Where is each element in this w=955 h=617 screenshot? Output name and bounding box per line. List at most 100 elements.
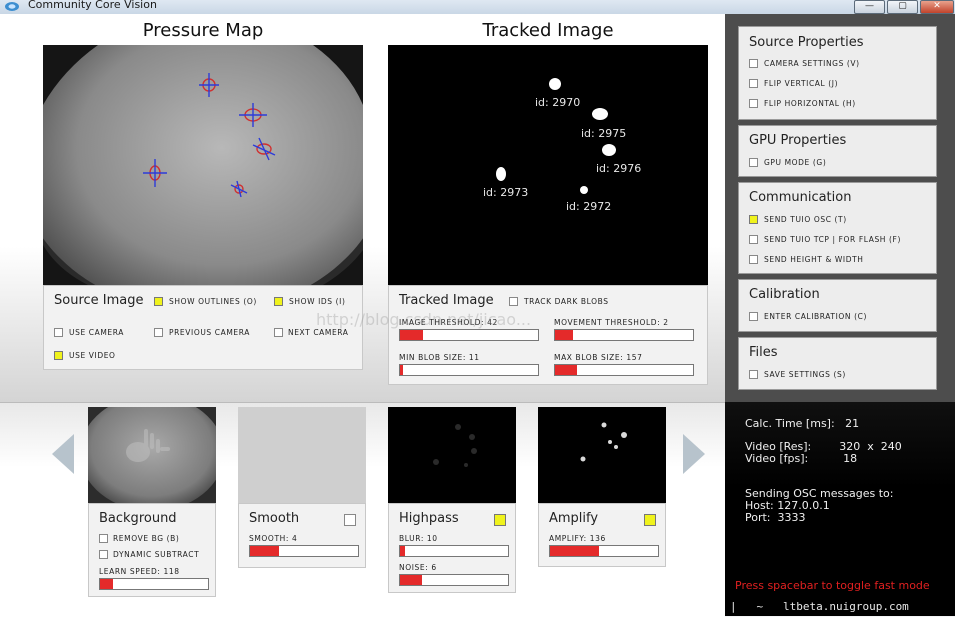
- blob-id-label: id: 2973: [483, 186, 529, 199]
- previous-arrow-icon[interactable]: [52, 434, 74, 474]
- amplify-image: [580, 422, 627, 462]
- amplify-enable-checkbox[interactable]: [644, 514, 656, 526]
- blob: [580, 186, 588, 194]
- files-title: Files: [749, 345, 778, 360]
- fast-mode-hint: Press spacebar to toggle fast mode: [735, 579, 930, 592]
- show-ids-checkbox[interactable]: [274, 297, 283, 306]
- use-camera-checkbox[interactable]: [54, 328, 63, 337]
- slider-fill: [555, 330, 574, 340]
- send-tuio-tcp-label: Send TUIO TCP | for Flash (F): [764, 235, 901, 244]
- port-text: Port: 3333: [745, 511, 806, 524]
- smooth-enable-checkbox[interactable]: [344, 514, 356, 526]
- use-camera-label: Use Camera: [69, 328, 124, 337]
- learn-speed-label: Learn Speed: 118: [99, 567, 180, 576]
- learn-speed-slider[interactable]: [99, 578, 209, 590]
- slider-fill: [400, 330, 423, 340]
- source-image-panel: Source Image Show Outlines (O) Show IDs …: [43, 285, 363, 370]
- close-button[interactable]: ✕: [920, 0, 954, 14]
- gpu-properties-title: GPU Properties: [749, 133, 847, 148]
- use-video-checkbox[interactable]: [54, 351, 63, 360]
- slider-fill: [250, 546, 279, 556]
- camera-settings-label: Camera Settings (V): [764, 59, 860, 68]
- camera-settings-checkbox[interactable]: [749, 59, 758, 68]
- save-settings-checkbox[interactable]: [749, 370, 758, 379]
- enter-calibration-checkbox[interactable]: [749, 312, 758, 321]
- amplify-filter-panel: Amplify Amplify: 136: [538, 503, 666, 567]
- footer-text: | ~ ltbeta.nuigroup.com: [730, 600, 909, 613]
- highpass-preview: [388, 407, 516, 503]
- communication-title: Communication: [749, 190, 852, 205]
- video-fps-text: Video [fps]: 18: [745, 452, 858, 465]
- blob-id-label: id: 2975: [581, 127, 627, 140]
- track-dark-blobs-checkbox[interactable]: [509, 297, 518, 306]
- max-blob-size-slider[interactable]: [554, 364, 694, 376]
- flip-horizontal-label: Flip Horizontal (H): [764, 99, 856, 108]
- source-image-title: Source Image: [54, 293, 144, 308]
- flip-vertical-checkbox[interactable]: [749, 79, 758, 88]
- previous-camera-checkbox[interactable]: [154, 328, 163, 337]
- dynamic-subtract-label: Dynamic Subtract: [113, 550, 200, 559]
- gpu-mode-checkbox[interactable]: [749, 158, 758, 167]
- slider-fill: [400, 546, 406, 556]
- image-threshold-slider[interactable]: [399, 329, 539, 341]
- background-preview: [88, 407, 216, 503]
- blur-slider[interactable]: [399, 545, 509, 557]
- slider-fill: [550, 546, 599, 556]
- gpu-properties-panel: GPU Properties GPU Mode (G): [738, 125, 937, 177]
- app-icon: [5, 2, 19, 11]
- track-dark-blobs-label: Track Dark Blobs: [524, 297, 609, 306]
- blob: [592, 108, 608, 120]
- tracked-image-title: Tracked Image: [482, 20, 614, 41]
- source-properties-panel: Source Properties Camera Settings (V) Fl…: [738, 26, 937, 120]
- smooth-slider[interactable]: [249, 545, 359, 557]
- amplify-slider[interactable]: [549, 545, 659, 557]
- send-tuio-tcp-checkbox[interactable]: [749, 235, 758, 244]
- info-panel: Calc. Time [ms]: 21 Video [Res]: 320 x 2…: [725, 402, 955, 616]
- show-outlines-checkbox[interactable]: [154, 297, 163, 306]
- background-filter-panel: Background Remove BG (B) Dynamic Subtrac…: [88, 503, 216, 597]
- previous-camera-label: Previous Camera: [169, 328, 250, 337]
- next-camera-checkbox[interactable]: [274, 328, 283, 337]
- blob-id-label: id: 2972: [566, 200, 612, 213]
- flip-vertical-label: Flip Vertical (J): [764, 79, 839, 88]
- send-height-width-checkbox[interactable]: [749, 255, 758, 264]
- blob: [549, 78, 561, 90]
- calibration-panel: Calibration Enter Calibration (C): [738, 279, 937, 332]
- smooth-value-label: Smooth: 4: [249, 534, 298, 543]
- tracked-image-view: id: 2970 id: 2975 id: 2976 id: 2973 id: …: [388, 45, 708, 285]
- show-outlines-label: Show Outlines (O): [169, 297, 257, 306]
- send-height-width-label: Send Height & Width: [764, 255, 864, 264]
- noise-slider[interactable]: [399, 574, 509, 586]
- send-tuio-osc-checkbox[interactable]: [749, 215, 758, 224]
- tracked-image-controls-title: Tracked Image: [399, 293, 494, 308]
- enter-calibration-label: Enter Calibration (C): [764, 312, 868, 321]
- minimize-button[interactable]: —: [854, 0, 885, 14]
- movement-threshold-slider[interactable]: [554, 329, 694, 341]
- pressure-map-title: Pressure Map: [142, 20, 264, 41]
- noise-label: Noise: 6: [399, 563, 437, 572]
- dynamic-subtract-checkbox[interactable]: [99, 550, 108, 559]
- watermark: http://blog.csdn.net/jicao...: [316, 310, 532, 329]
- smooth-preview: [238, 407, 366, 503]
- next-arrow-icon[interactable]: [683, 434, 705, 474]
- calibration-title: Calibration: [749, 287, 820, 302]
- min-blob-size-label: Min Blob Size: 11: [399, 353, 480, 362]
- slider-fill: [400, 575, 422, 585]
- remove-bg-label: Remove BG (B): [113, 534, 180, 543]
- min-blob-size-slider[interactable]: [399, 364, 539, 376]
- movement-threshold-label: Movement Threshold: 2: [554, 318, 669, 327]
- pressure-map-view: [43, 45, 363, 285]
- use-video-label: Use Video: [69, 351, 116, 360]
- slider-fill: [555, 365, 577, 375]
- maximize-button[interactable]: ▢: [887, 0, 918, 14]
- gpu-mode-label: GPU Mode (G): [764, 158, 827, 167]
- remove-bg-checkbox[interactable]: [99, 534, 108, 543]
- blob-id-label: id: 2976: [596, 162, 642, 175]
- calc-time-text: Calc. Time [ms]: 21: [745, 417, 860, 430]
- amplify-title: Amplify: [549, 511, 599, 526]
- flip-horizontal-checkbox[interactable]: [749, 99, 758, 108]
- highpass-enable-checkbox[interactable]: [494, 514, 506, 526]
- highpass-title: Highpass: [399, 511, 459, 526]
- blob: [496, 167, 506, 181]
- max-blob-size-label: Max Blob Size: 157: [554, 353, 643, 362]
